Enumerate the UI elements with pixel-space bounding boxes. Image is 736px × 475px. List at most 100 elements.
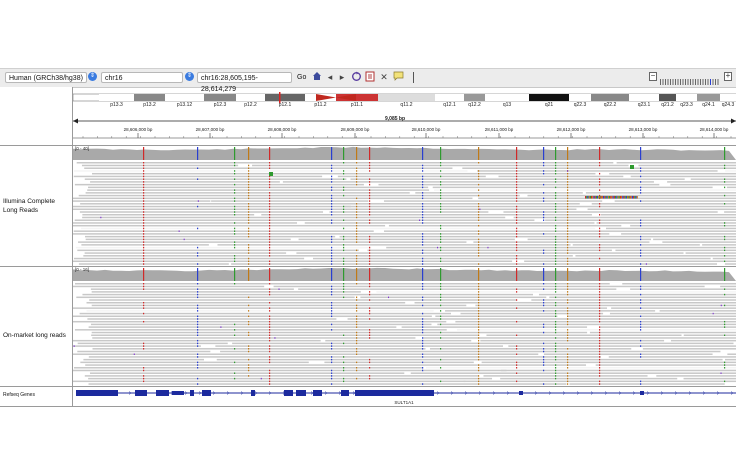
illumina-read — [83, 255, 573, 257]
on-market-read-mismatch — [356, 307, 358, 309]
illumina-read-mismatch — [555, 219, 557, 221]
zoom-slider[interactable] — [660, 73, 720, 85]
illumina-read-mismatch — [331, 255, 333, 257]
illumina-read-mismatch — [516, 255, 518, 257]
illumina-read-mismatch — [331, 222, 333, 224]
chromosome-select-value: chr16 — [105, 75, 123, 82]
illumina-read-mismatch — [369, 183, 371, 186]
genome-select[interactable]: Human (GRCh38/hg38) — [5, 72, 87, 83]
on-market-read-mismatch — [331, 356, 333, 358]
on-market-read-mismatch — [440, 283, 442, 285]
illumina-read-mismatch — [234, 200, 236, 202]
illumina-read-mismatch — [516, 172, 518, 175]
illumina-read-mismatch — [422, 263, 424, 265]
ideogram-band — [569, 94, 591, 101]
genome-dropdown-icon[interactable]: ⇕ — [88, 72, 97, 81]
on-market-read-mismatch — [567, 299, 569, 301]
on-market-read — [500, 377, 678, 380]
illumina-read-mismatch — [269, 235, 271, 238]
on-market-read-mismatch — [555, 288, 557, 290]
region-navigator-icon[interactable] — [364, 71, 376, 83]
illumina-read-mismatch — [369, 249, 371, 252]
illumina-read-mismatch — [143, 238, 145, 241]
on-market-read-mismatch — [440, 318, 442, 320]
on-market-read-mismatch — [197, 364, 199, 366]
illumina-read-mismatch — [567, 214, 569, 216]
on-market-read-mismatch — [234, 283, 236, 285]
on-market-read-mismatch — [422, 339, 424, 342]
track-label-on-market[interactable]: On-market long reads — [3, 331, 71, 340]
illumina-soft-clip — [621, 196, 623, 199]
illumina-read — [84, 167, 453, 169]
illumina-read-mismatch — [343, 178, 345, 180]
ruler-arrow-right — [731, 118, 736, 124]
on-market-read-mismatch — [422, 299, 424, 301]
on-market-read-mismatch — [143, 345, 145, 347]
on-market-read-mismatch — [640, 293, 642, 296]
on-market-read-mismatch — [724, 288, 726, 290]
on-market-read-mismatch — [440, 367, 442, 369]
on-market-read-mismatch — [343, 288, 345, 290]
on-market-read — [401, 326, 588, 328]
on-market-read — [456, 329, 736, 331]
on-market-coverage-snv — [248, 268, 250, 281]
illumina-read-mismatch — [356, 224, 358, 227]
on-market-read-mismatch — [356, 334, 358, 336]
illumina-read-mismatch — [143, 162, 145, 164]
data-panel[interactable] — [73, 87, 736, 407]
chromosome-dropdown-icon[interactable]: ⇕ — [185, 72, 194, 81]
illumina-read-mismatch — [369, 189, 371, 191]
on-market-read-mismatch — [567, 380, 569, 383]
illumina-read-mismatch — [269, 192, 271, 194]
illumina-read — [84, 235, 336, 238]
track-label-refseq[interactable]: Refseq Genes — [3, 391, 35, 400]
on-market-read-mismatch — [599, 356, 601, 358]
on-market-read-mismatch — [567, 367, 569, 369]
back-icon[interactable]: ◂ — [324, 71, 336, 83]
illumina-read — [606, 227, 736, 230]
forward-icon[interactable]: ▸ — [336, 71, 348, 83]
illumina-read — [84, 178, 347, 180]
on-market-read-mismatch — [516, 307, 518, 309]
on-market-read-mismatch — [197, 383, 199, 385]
on-market-read-mismatch — [640, 288, 642, 290]
close-icon[interactable]: ✕ — [378, 71, 390, 83]
on-market-read — [724, 358, 736, 361]
illumina-read-mismatch — [422, 257, 424, 260]
on-market-read-mismatch — [478, 329, 480, 331]
illumina-read — [88, 186, 429, 189]
illumina-insertion — [197, 200, 199, 202]
chromosome-select[interactable]: chr16 — [101, 72, 183, 83]
illumina-read-mismatch — [478, 230, 480, 232]
illumina-read-mismatch — [369, 203, 371, 205]
zoom-in-button[interactable]: + — [724, 72, 732, 81]
illumina-read — [724, 211, 736, 213]
illumina-read — [73, 260, 513, 263]
zoom-tick — [682, 79, 684, 85]
refresh-icon[interactable] — [350, 71, 362, 83]
illumina-read-mismatch — [567, 194, 569, 197]
popup-text-icon[interactable] — [392, 71, 404, 83]
zoom-out-button[interactable]: − — [649, 72, 657, 81]
track-label-illumina[interactable]: Illumina Complete Long Reads — [3, 197, 69, 215]
on-market-read-mismatch — [269, 323, 271, 326]
gene-exon — [135, 390, 147, 396]
illumina-read-mismatch — [567, 205, 569, 208]
illumina-read-mismatch — [234, 172, 236, 175]
on-market-read-mismatch — [356, 320, 358, 323]
home-icon[interactable] — [311, 71, 323, 83]
on-market-read-mismatch — [143, 348, 145, 350]
illumina-read-mismatch — [516, 211, 518, 213]
on-market-read-mismatch — [343, 296, 345, 299]
go-button[interactable]: Go — [297, 72, 306, 83]
illumina-read — [388, 224, 622, 227]
illumina-read — [477, 170, 718, 172]
locus-input[interactable]: chr16:28,605,195-28,614,279 — [197, 72, 292, 93]
on-market-read-mismatch — [724, 304, 726, 307]
on-market-read — [347, 318, 736, 320]
on-market-read-mismatch — [369, 291, 371, 293]
illumina-read-mismatch — [331, 249, 333, 252]
on-market-read-mismatch — [331, 293, 333, 296]
ideogram-band-label: p13.3 — [110, 102, 123, 108]
ideogram-band — [591, 94, 629, 101]
